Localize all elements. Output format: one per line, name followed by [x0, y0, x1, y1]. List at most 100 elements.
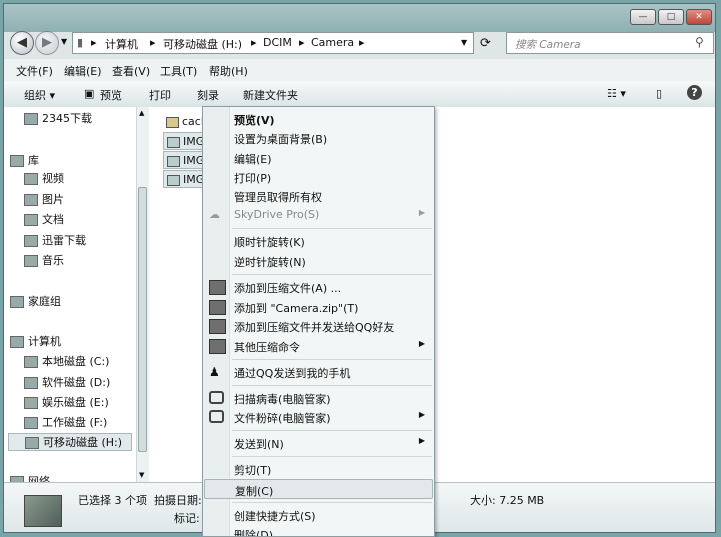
menu-item-send-to-phone-qq[interactable]: ♟ 通过QQ发送到我的手机 — [204, 362, 433, 382]
nav-item-music[interactable]: 音乐 — [24, 252, 64, 270]
menu-item-add-to-camera-zip[interactable]: 添加到 "Camera.zip"(T) — [204, 297, 433, 317]
address-bar[interactable]: ▮ ▸ 计算机 ▸ 可移动磁盘 (H:) ▸ DCIM ▸ Camera ▸ ▼ — [72, 32, 474, 54]
menu-item-preview[interactable]: 预览(V) — [204, 109, 433, 129]
burn-button[interactable]: 刻录 — [197, 87, 219, 103]
nav-item-thunder-download[interactable]: 迅雷下载 — [24, 232, 86, 250]
size-label: 大小: 7.25 MB — [470, 494, 545, 507]
menu-separator — [232, 228, 432, 229]
submenu-arrow-icon: ▶ — [418, 339, 425, 348]
navigation-pane: 2345下载 库 视频 图片 文档 迅雷下载 音乐 家庭组 计算机 本地磁盘 (… — [4, 107, 136, 482]
history-dropdown-icon[interactable]: ▼ — [61, 37, 67, 46]
menu-help[interactable]: 帮助(H) — [209, 63, 248, 79]
qq-penguin-icon: ♟ — [209, 365, 220, 379]
nav-item-drive-h[interactable]: 可移动磁盘 (H:) — [8, 433, 132, 451]
menu-item-rotate-counterclockwise[interactable]: 逆时针旋转(N) — [204, 251, 433, 271]
print-button[interactable]: 打印 — [149, 87, 171, 103]
nav-item-videos[interactable]: 视频 — [24, 170, 64, 188]
menu-item-send-to[interactable]: 发送到(N) ▶ — [204, 433, 433, 453]
menu-item-archive-send-qq[interactable]: 添加到压缩文件并发送给QQ好友 — [204, 316, 433, 336]
preview-button[interactable]: 预览 — [100, 87, 122, 103]
menu-bar: 文件(F) 编辑(E) 查看(V) 工具(T) 帮助(H) — [4, 59, 715, 82]
preview-pane-icon[interactable]: ▯ — [656, 87, 662, 100]
nav-item-drive-f[interactable]: 工作磁盘 (F:) — [24, 414, 107, 432]
menu-item-edit[interactable]: 编辑(E) — [204, 148, 433, 168]
breadcrumb-computer[interactable]: 计算机 — [105, 36, 138, 52]
menu-item-set-desktop-background[interactable]: 设置为桌面背景(B) — [204, 128, 433, 148]
folder-icon — [24, 113, 38, 125]
menu-item-create-shortcut[interactable]: 创建快捷方式(S) — [204, 505, 433, 525]
breadcrumb-drive-h[interactable]: 可移动磁盘 (H:) — [163, 36, 242, 52]
archive-icon — [209, 339, 226, 354]
organize-button[interactable]: 组织 ▾ — [24, 87, 55, 103]
drive-icon — [24, 417, 38, 429]
menu-item-rotate-clockwise[interactable]: 顺时针旋转(K) — [204, 231, 433, 251]
shield-icon — [209, 410, 224, 423]
search-icon[interactable]: ⚲ — [695, 35, 704, 49]
document-icon — [24, 214, 38, 226]
title-bar: — □ ✕ — [4, 4, 715, 32]
selection-count: 已选择 3 个项 — [78, 494, 147, 507]
nav-item-network[interactable]: 网络 — [10, 473, 50, 482]
menu-separator — [232, 385, 432, 386]
menu-item-print[interactable]: 打印(P) — [204, 167, 433, 187]
nav-item-computer[interactable]: 计算机 — [10, 333, 61, 351]
menu-file[interactable]: 文件(F) — [16, 63, 53, 79]
breadcrumb-separator-icon[interactable]: ▸ — [359, 36, 365, 49]
drive-icon — [24, 377, 38, 389]
breadcrumb-camera[interactable]: Camera — [311, 36, 354, 49]
menu-edit[interactable]: 编辑(E) — [64, 63, 102, 79]
scrollbar-thumb[interactable] — [138, 187, 147, 452]
scroll-down-icon[interactable]: ▼ — [139, 471, 144, 479]
help-icon[interactable]: ? — [687, 85, 702, 100]
menu-item-add-to-archive[interactable]: 添加到压缩文件(A) ... — [204, 277, 433, 297]
view-options-icon[interactable]: ☷ ▾ — [607, 87, 626, 100]
submenu-arrow-icon: ▶ — [418, 436, 425, 445]
nav-item-drive-c[interactable]: 本地磁盘 (C:) — [24, 353, 109, 371]
search-input[interactable]: 搜索 Camera ⚲ — [506, 32, 714, 54]
nav-item-libraries[interactable]: 库 — [10, 152, 39, 170]
nav-item-documents[interactable]: 文档 — [24, 211, 64, 229]
breadcrumb-separator-icon[interactable]: ▸ — [91, 36, 97, 49]
menu-tools[interactable]: 工具(T) — [160, 63, 197, 79]
context-menu: 预览(V) 设置为桌面背景(B) 编辑(E) 打印(P) 管理员取得所有权 ☁ S… — [202, 106, 435, 537]
archive-icon — [209, 319, 226, 334]
nav-item-homegroup[interactable]: 家庭组 — [10, 293, 61, 311]
download-icon — [24, 235, 38, 247]
menu-item-scan-virus[interactable]: 扫描病毒(电脑管家) — [204, 388, 433, 408]
nav-scrollbar[interactable]: ▲ ▼ — [136, 107, 149, 482]
menu-item-delete[interactable]: 删除(D) — [204, 524, 433, 536]
nav-item-drive-e[interactable]: 娱乐磁盘 (E:) — [24, 394, 109, 412]
nav-item-pictures[interactable]: 图片 — [24, 191, 64, 209]
refresh-icon[interactable]: ⟳ — [480, 36, 491, 51]
nav-item-2345-download[interactable]: 2345下载 — [24, 110, 92, 128]
new-folder-button[interactable]: 新建文件夹 — [243, 87, 298, 103]
menu-item-other-compress[interactable]: 其他压缩命令 ▶ — [204, 336, 433, 356]
address-dropdown-icon[interactable]: ▼ — [461, 38, 467, 47]
minimize-button[interactable]: — — [630, 9, 656, 25]
breadcrumb-dcim[interactable]: DCIM — [263, 36, 292, 49]
shot-date-label: 拍摄日期: — [154, 494, 202, 507]
nav-item-drive-d[interactable]: 软件磁盘 (D:) — [24, 374, 110, 392]
shield-icon — [209, 391, 224, 404]
menu-view[interactable]: 查看(V) — [112, 63, 150, 79]
maximize-button[interactable]: □ — [658, 9, 684, 25]
image-file-icon — [167, 136, 180, 148]
breadcrumb-separator-icon[interactable]: ▸ — [150, 36, 156, 49]
menu-item-take-ownership[interactable]: 管理员取得所有权 — [204, 186, 433, 206]
close-button[interactable]: ✕ — [686, 9, 712, 25]
menu-item-skydrive-pro[interactable]: ☁ SkyDrive Pro(S) ▶ — [204, 205, 433, 225]
preview-icon: ▣ — [84, 87, 95, 100]
menu-item-copy[interactable]: 复制(C) — [204, 479, 433, 499]
breadcrumb-separator-icon[interactable]: ▸ — [251, 36, 257, 49]
command-toolbar: 组织 ▾ ▣ 预览 打印 刻录 新建文件夹 ☷ ▾ ▯ ? — [4, 81, 715, 108]
scroll-up-icon[interactable]: ▲ — [139, 109, 144, 117]
picture-icon — [24, 194, 38, 206]
menu-item-file-shred[interactable]: 文件粉碎(电脑管家) ▶ — [204, 407, 433, 427]
image-file-icon — [167, 155, 180, 167]
forward-icon[interactable]: ▶ — [35, 31, 59, 55]
cloud-icon: ☁ — [209, 208, 220, 221]
breadcrumb-separator-icon[interactable]: ▸ — [299, 36, 305, 49]
menu-item-cut[interactable]: 剪切(T) — [204, 459, 433, 479]
back-icon[interactable]: ◀ — [10, 31, 34, 55]
selection-thumbnail — [24, 495, 62, 527]
